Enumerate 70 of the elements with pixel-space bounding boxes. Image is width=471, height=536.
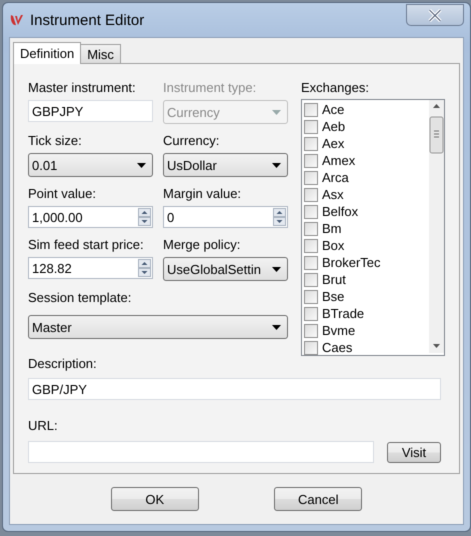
caret-icon bbox=[272, 162, 281, 168]
tab[interactable]: Definition bbox=[13, 42, 82, 64]
checkbox[interactable] bbox=[304, 154, 318, 168]
exchange-item[interactable]: Brut bbox=[322, 272, 346, 287]
field-label: Sim feed start price: bbox=[28, 237, 145, 252]
checkbox[interactable] bbox=[304, 324, 318, 338]
exchange-item[interactable]: Arca bbox=[322, 170, 349, 185]
url-field[interactable] bbox=[28, 441, 374, 463]
visit-button[interactable]: Visit bbox=[387, 442, 441, 462]
field-label: Point value: bbox=[28, 186, 97, 201]
exchange-item[interactable]: Bm bbox=[322, 221, 342, 236]
exchange-item[interactable]: Bse bbox=[322, 289, 344, 304]
checkbox[interactable] bbox=[304, 102, 318, 116]
text-field[interactable]: GBPJPY bbox=[28, 100, 153, 122]
checkbox[interactable] bbox=[304, 204, 318, 218]
close-button[interactable] bbox=[406, 4, 464, 26]
text-field[interactable]: GBP/JPY bbox=[28, 378, 441, 400]
exchange-item[interactable]: Aex bbox=[322, 136, 344, 151]
dropdown[interactable]: UseGlobalSettin bbox=[163, 257, 288, 281]
number-field[interactable]: 128.82 bbox=[28, 257, 153, 279]
tab[interactable]: Misc bbox=[80, 44, 121, 63]
field-label: Instrument type: bbox=[163, 80, 258, 95]
spinner-icon bbox=[273, 208, 286, 226]
field-label: Tick size: bbox=[28, 133, 83, 148]
field-label: Margin value: bbox=[163, 186, 242, 201]
dialog-button[interactable]: Cancel bbox=[274, 487, 362, 511]
exchange-item[interactable]: Box bbox=[322, 238, 344, 253]
close-icon bbox=[427, 8, 443, 22]
exchange-item[interactable]: Aeb bbox=[322, 119, 346, 134]
caret-icon bbox=[272, 110, 281, 114]
checkbox[interactable] bbox=[304, 340, 318, 354]
exchange-item[interactable]: BrokerTec bbox=[322, 255, 381, 270]
checkbox[interactable] bbox=[304, 256, 318, 270]
checkbox[interactable] bbox=[304, 136, 318, 150]
exchange-item[interactable]: Belfox bbox=[322, 204, 358, 219]
checkbox[interactable] bbox=[304, 272, 318, 286]
caret-icon bbox=[137, 162, 146, 168]
logo-icon bbox=[9, 12, 25, 28]
dialog-button[interactable]: OK bbox=[110, 487, 199, 511]
exchange-item[interactable]: Asx bbox=[322, 187, 344, 202]
field-label: Exchanges: bbox=[301, 80, 370, 95]
field-label: Master instrument: bbox=[28, 80, 137, 95]
spinner-icon bbox=[138, 259, 151, 277]
dropdown[interactable]: UsDollar bbox=[163, 153, 288, 177]
checkbox[interactable] bbox=[304, 238, 318, 252]
caret-icon bbox=[272, 266, 281, 272]
number-field[interactable]: 1,000.00 bbox=[28, 206, 153, 228]
checkbox[interactable] bbox=[304, 120, 318, 134]
number-field[interactable]: 0 bbox=[163, 206, 288, 228]
exchange-item[interactable]: Ace bbox=[322, 102, 344, 117]
exchange-item[interactable]: Bvme bbox=[322, 323, 356, 338]
checkbox[interactable] bbox=[304, 170, 318, 184]
checkbox[interactable] bbox=[304, 188, 318, 202]
window-title: Instrument Editor bbox=[30, 12, 146, 28]
exchange-item[interactable]: Caes bbox=[322, 340, 352, 355]
spinner-icon bbox=[138, 208, 151, 226]
dropdown[interactable]: 0.01 bbox=[28, 153, 153, 177]
dropdown[interactable]: Master bbox=[28, 315, 288, 339]
field-label: Merge policy: bbox=[163, 237, 242, 252]
field-label: Session template: bbox=[28, 290, 132, 305]
exchange-item[interactable]: BTrade bbox=[322, 306, 364, 321]
checkbox[interactable] bbox=[304, 222, 318, 236]
field-label: Currency: bbox=[163, 133, 220, 148]
caret-icon bbox=[272, 324, 281, 330]
checkbox[interactable] bbox=[304, 290, 318, 304]
scrollbar[interactable] bbox=[429, 100, 444, 353]
field-label: URL: bbox=[28, 418, 59, 433]
checkbox[interactable] bbox=[304, 306, 318, 320]
exchange-item[interactable]: Amex bbox=[322, 153, 356, 168]
field-label: Description: bbox=[28, 356, 98, 371]
